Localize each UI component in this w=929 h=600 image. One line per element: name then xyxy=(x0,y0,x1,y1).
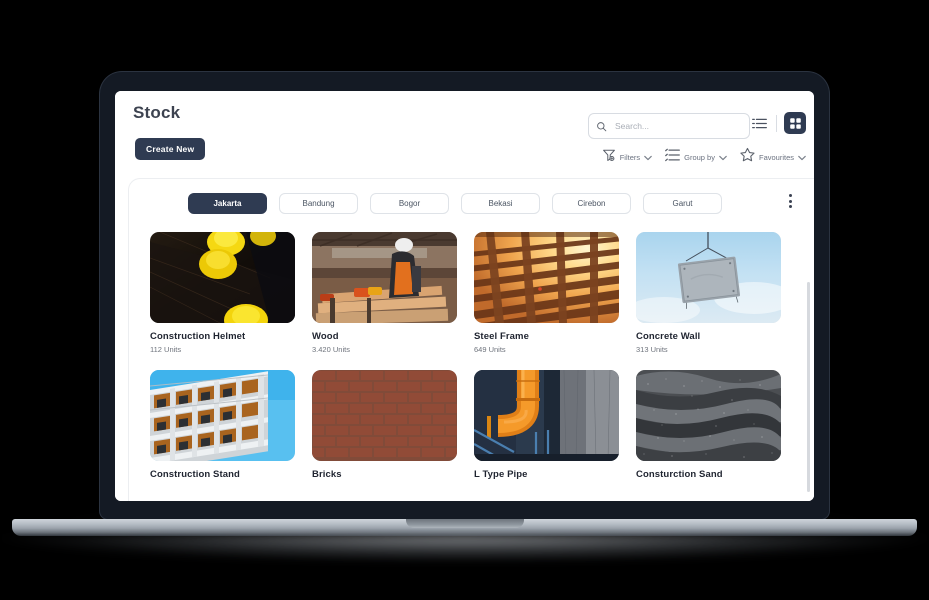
card-thumbnail-sand xyxy=(636,370,781,461)
list-view-icon[interactable] xyxy=(750,115,769,132)
card-title: L Type Pipe xyxy=(474,469,528,480)
group-by-dropdown[interactable]: Group by xyxy=(665,148,727,167)
favourites-label: Favourites xyxy=(758,152,794,162)
city-tab-bar: Jakarta Bandung Bogor Bekasi Cirebon Gar… xyxy=(129,179,814,227)
stock-card[interactable]: Concrete Wall 313 Units xyxy=(636,232,781,354)
app-header: Stock Create New Search... Filters Group… xyxy=(115,91,814,178)
create-new-button[interactable]: Create New xyxy=(135,138,206,160)
laptop-base-shadow xyxy=(0,536,929,562)
tab-garut[interactable]: Garut xyxy=(643,193,722,214)
card-units: 313 Units xyxy=(636,345,668,354)
stock-card[interactable]: L Type Pipe xyxy=(474,370,619,483)
stock-app: Stock Create New Search... Filters Group… xyxy=(115,91,814,501)
tab-cirebon[interactable]: Cirebon xyxy=(552,193,631,214)
view-toggle-divider xyxy=(776,114,777,132)
sort-lines-icon xyxy=(665,148,681,167)
kebab-menu-icon[interactable] xyxy=(789,194,792,208)
card-thumbnail-helmet xyxy=(150,232,295,323)
funnel-icon xyxy=(602,148,616,167)
search-icon xyxy=(596,121,607,132)
stock-grid: Construction Helmet 112 Units Wood 3.420… xyxy=(129,227,814,483)
stock-card[interactable]: Construction Helmet 112 Units xyxy=(150,232,295,354)
stock-card[interactable]: Construction Stand xyxy=(150,370,295,483)
content-panel: Jakarta Bandung Bogor Bekasi Cirebon Gar… xyxy=(128,178,814,501)
laptop-lid: Stock Create New Search... Filters Group… xyxy=(100,72,829,519)
grid-scrollbar-thumb[interactable] xyxy=(807,282,810,492)
tab-bogor[interactable]: Bogor xyxy=(370,193,449,214)
filters-label: Filters xyxy=(619,152,641,162)
search-input[interactable] xyxy=(613,120,727,132)
tab-jakarta[interactable]: Jakarta xyxy=(188,193,267,214)
filter-toolbar: Filters Group by Favourites xyxy=(602,147,806,167)
page-title: Stock xyxy=(133,103,181,122)
chevron-down-icon xyxy=(644,148,652,166)
card-title: Bricks xyxy=(312,469,342,480)
filters-dropdown[interactable]: Filters xyxy=(602,148,652,167)
favourites-dropdown[interactable]: Favourites xyxy=(740,147,806,167)
star-icon xyxy=(740,147,755,167)
stock-card[interactable]: Steel Frame 649 Units xyxy=(474,232,619,354)
grid-view-icon[interactable] xyxy=(784,112,806,134)
card-title: Concrete Wall xyxy=(636,331,701,342)
view-toggle-group xyxy=(750,112,806,134)
card-units: 649 Units xyxy=(474,345,506,354)
city-tab-list: Jakarta Bandung Bogor Bekasi Cirebon Gar… xyxy=(188,193,722,214)
card-units: 3.420 Units xyxy=(312,345,350,354)
laptop-base-notch xyxy=(405,519,524,528)
card-thumbnail-l-type-pipe xyxy=(474,370,619,461)
card-thumbnail-wood xyxy=(312,232,457,323)
tab-bandung[interactable]: Bandung xyxy=(279,193,358,214)
card-title: Construction Stand xyxy=(150,469,240,480)
card-thumbnail-construction-stand xyxy=(150,370,295,461)
stock-card[interactable]: Consturction Sand xyxy=(636,370,781,483)
stock-card[interactable]: Wood 3.420 Units xyxy=(312,232,457,354)
stock-grid-scroll-area: Construction Helmet 112 Units Wood 3.420… xyxy=(129,227,814,501)
laptop-screen: Stock Create New Search... Filters Group… xyxy=(115,91,814,501)
card-units: 112 Units xyxy=(150,345,182,354)
card-title: Wood xyxy=(312,331,339,342)
card-title: Construction Helmet xyxy=(150,331,246,342)
card-title: Consturction Sand xyxy=(636,469,723,480)
screenshot-stage: Stock Create New Search... Filters Group… xyxy=(0,0,929,600)
card-thumbnail-steel-frame xyxy=(474,232,619,323)
card-thumbnail-bricks xyxy=(312,370,457,461)
stock-card[interactable]: Bricks xyxy=(312,370,457,483)
card-title: Steel Frame xyxy=(474,331,529,342)
tab-bekasi[interactable]: Bekasi xyxy=(461,193,540,214)
card-thumbnail-concrete-wall xyxy=(636,232,781,323)
chevron-down-icon xyxy=(798,148,806,166)
group-by-label: Group by xyxy=(684,152,715,162)
chevron-down-icon xyxy=(719,148,727,166)
search-box[interactable] xyxy=(588,113,750,139)
